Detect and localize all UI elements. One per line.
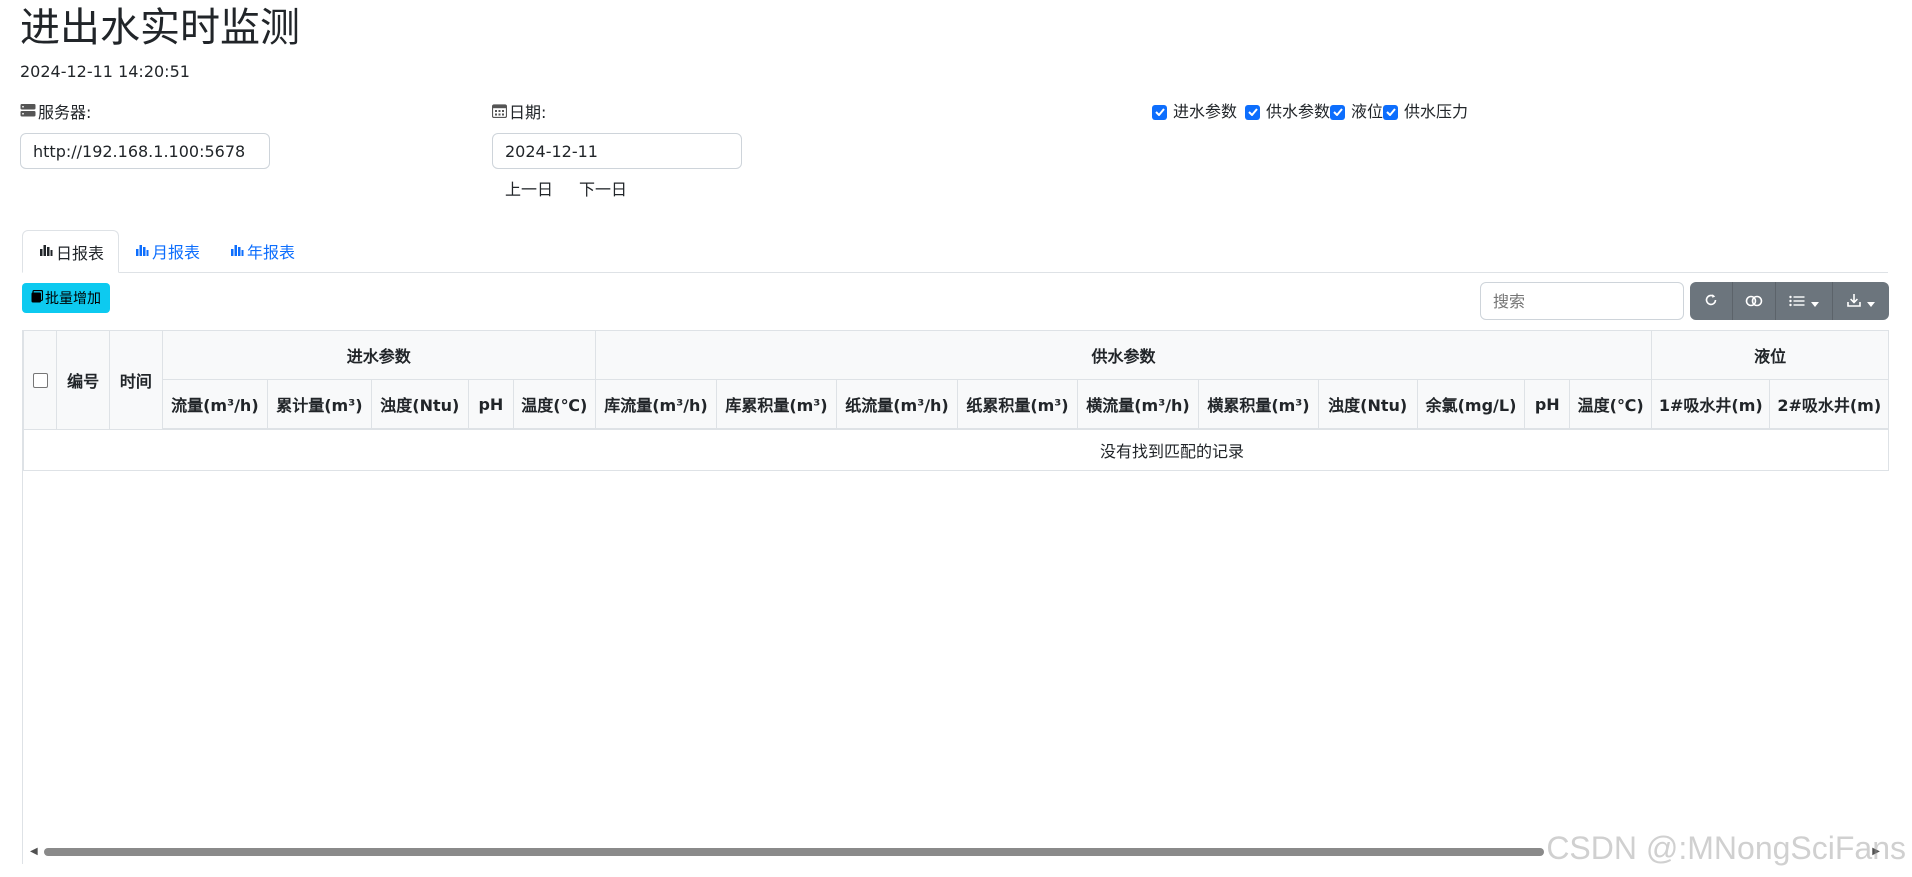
column-header[interactable]: 横流量(m³/h) [1076,379,1200,430]
bulk-add-button[interactable]: 批量增加 [22,283,110,313]
server-input[interactable] [20,133,270,169]
column-header[interactable]: 流量(m³/h) [161,379,269,430]
report-tabs: 日报表 月报表 年报表 [22,230,1888,273]
filter-checkboxes: 进水参数 供水参数 液位 供水压力 [1152,102,1468,122]
scrollbar-thumb[interactable] [44,848,1544,856]
column-header[interactable]: 库流量(m³/h) [594,379,718,430]
column-header[interactable]: 库累积量(m³) [716,379,837,430]
table-row: 没有找到匹配的记录 [23,428,1889,471]
horizontal-scrollbar[interactable]: ◀ ▶ [22,844,1888,860]
refresh-button[interactable] [1690,282,1733,320]
column-header[interactable]: 编号 [56,330,110,430]
column-header[interactable]: 2#吸水井(m) [1769,379,1889,430]
column-header[interactable]: 温度(℃) [1569,379,1653,430]
column-header[interactable]: 温度(℃) [512,379,596,430]
column-header[interactable]: 浊度(Ntu) [1317,379,1418,430]
search-input[interactable] [1480,282,1684,320]
checkbox-checked-icon[interactable] [1383,104,1399,120]
bar-chart-icon [135,242,149,261]
column-header[interactable]: 时间 [108,330,163,430]
columns-list-icon [1789,292,1805,311]
filter-label: 进水参数 [1173,102,1238,121]
column-header[interactable]: 浊度(Ntu) [370,379,469,430]
filter-inlet-params[interactable]: 进水参数 [1152,102,1237,122]
checkbox-checked-icon[interactable] [1245,104,1261,120]
filter-supply-params[interactable]: 供水参数 [1245,102,1330,122]
prev-day-button[interactable]: 上一日 [505,180,553,200]
date-input[interactable] [492,133,742,169]
filter-level[interactable]: 液位 [1330,102,1383,122]
checkbox-checked-icon[interactable] [1330,104,1346,120]
columns-button[interactable] [1776,282,1833,320]
chevron-down-icon [1867,292,1875,311]
bulk-add-icon [31,289,44,307]
empty-message: 没有找到匹配的记录 [23,428,1889,471]
table-toolbar-buttons [1690,282,1889,320]
filter-label: 供水参数 [1266,102,1331,121]
page-title: 进出水实时监测 [20,5,300,51]
bulk-add-label: 批量增加 [45,291,101,307]
column-header[interactable]: pH [467,379,514,430]
select-all-header[interactable] [23,330,58,430]
group-header-level: 液位 [1651,330,1889,380]
export-download-icon [1847,292,1861,311]
filter-label: 液位 [1351,102,1384,121]
filter-label: 供水压力 [1404,102,1469,121]
next-day-button[interactable]: 下一日 [579,180,627,200]
refresh-icon [1704,292,1718,311]
column-header[interactable]: 1#吸水井(m) [1651,379,1771,430]
server-icon [20,103,36,123]
group-header-inlet: 进水参数 [161,330,596,380]
date-label: 日期: [491,103,547,123]
tab-label: 年报表 [247,243,296,262]
server-label: 服务器: [20,103,91,123]
bar-chart-icon [230,242,244,261]
column-header[interactable]: 累计量(m³) [267,379,372,430]
tab-label: 日报表 [56,243,105,263]
toggle-view-button[interactable] [1733,282,1776,320]
data-table-container: 编号 时间 进水参数 供水参数 液位 流量(m³/h) 累计量(m³) 浊度(N… [22,330,1889,864]
checkbox-checked-icon[interactable] [1152,104,1167,120]
export-button[interactable] [1833,282,1889,320]
column-header[interactable]: pH [1524,379,1571,430]
column-header[interactable]: 纸累积量(m³) [957,379,1078,430]
data-table: 编号 时间 进水参数 供水参数 液位 流量(m³/h) 累计量(m³) 浊度(N… [23,330,1889,471]
current-datetime: 2024-12-11 14:20:51 [20,62,190,81]
tab-monthly-report[interactable]: 月报表 [119,230,216,272]
date-label-text: 日期: [509,103,547,122]
tab-label: 月报表 [152,243,201,262]
scroll-left-icon[interactable]: ◀ [30,847,38,857]
toggle-icon [1745,292,1763,311]
tab-yearly-report[interactable]: 年报表 [214,230,311,272]
bar-chart-icon [39,242,53,261]
group-header-supply: 供水参数 [594,330,1653,380]
chevron-down-icon [1811,292,1819,311]
filter-supply-pressure[interactable]: 供水压力 [1383,102,1468,122]
tab-daily-report[interactable]: 日报表 [22,230,119,273]
select-all-checkbox[interactable] [32,373,48,389]
scroll-right-icon[interactable]: ▶ [1872,847,1880,857]
column-header[interactable]: 纸流量(m³/h) [835,379,959,430]
column-header[interactable]: 余氯(mg/L) [1416,379,1526,430]
server-label-text: 服务器: [38,103,92,122]
column-header[interactable]: 横累积量(m³) [1198,379,1319,430]
calendar-icon [491,103,508,123]
